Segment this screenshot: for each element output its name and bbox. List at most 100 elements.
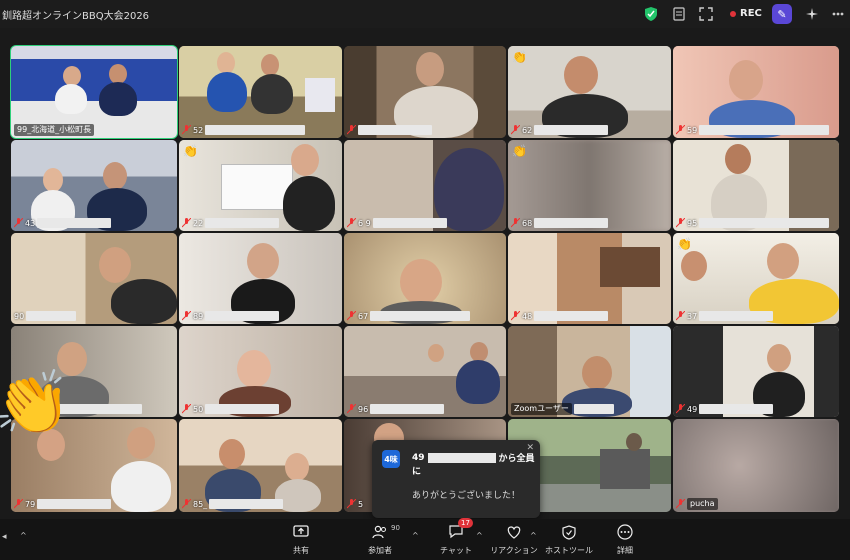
rec-label: REC (740, 8, 762, 19)
chat-icon: 17 (446, 518, 473, 542)
more-dots-icon[interactable] (830, 6, 846, 22)
participant-name: 67 (347, 310, 471, 322)
chevron-up-icon[interactable]: ^ (530, 531, 537, 540)
video-tile[interactable]: 95 (673, 140, 839, 231)
participant-name: 52 (182, 124, 306, 136)
mic-muted-icon (676, 311, 685, 321)
video-tile[interactable]: 99_北海道_小松町長 (10, 45, 178, 139)
chevron-up-icon[interactable]: ^ (412, 531, 419, 540)
participants-icon: 90 (370, 522, 400, 542)
participant-name: 62 (511, 124, 609, 136)
mic-muted-icon (347, 125, 356, 135)
video-tile[interactable]: 90 (11, 233, 177, 324)
video-tile[interactable]: 59 (673, 46, 839, 138)
notes-icon[interactable] (671, 6, 687, 22)
video-tile[interactable]: 48 (508, 233, 671, 324)
mic-muted-icon (182, 311, 191, 321)
video-tile[interactable]: 96 (344, 326, 506, 417)
video-tile[interactable]: 👏 22 (179, 140, 342, 231)
participant-name: 49 (676, 403, 774, 415)
participants-button[interactable]: 90 参加者 (350, 522, 410, 556)
more-button[interactable]: 詳細 (595, 522, 655, 556)
ai-companion-icon[interactable]: ✎ (772, 4, 792, 24)
mic-muted-icon (347, 499, 356, 509)
participant-name: Zoomユーザー (511, 403, 614, 415)
meeting-title: 釧路超オンラインBBQ大会2026 (2, 11, 150, 22)
chat-sender-avatar: 4味 (382, 450, 400, 468)
chevron-up-icon[interactable]: ^ (476, 531, 483, 540)
video-tile[interactable]: 52 (179, 46, 342, 138)
mic-muted-icon (511, 125, 520, 135)
participant-name: 99_北海道_小松町長 (14, 124, 95, 136)
mic-muted-icon (676, 218, 685, 228)
video-tile[interactable]: 67 (344, 233, 506, 324)
mic-muted-icon (676, 404, 685, 414)
title-bar: 釧路超オンラインBBQ大会2026 REC ✎ (0, 0, 850, 28)
video-toggle-icon[interactable]: ◂ (2, 532, 7, 542)
participant-name: 43 (14, 217, 112, 229)
mic-muted-icon (676, 125, 685, 135)
video-tile[interactable]: Zoomユーザー (508, 326, 671, 417)
close-icon[interactable]: ✕ (526, 443, 534, 453)
mic-muted-icon (511, 218, 520, 228)
participant-name: 79 (14, 498, 112, 510)
chevron-up-icon[interactable]: ^ (20, 531, 27, 540)
mic-muted-icon (182, 125, 191, 135)
participant-name: 22 (182, 217, 280, 229)
mic-muted-icon (14, 499, 23, 509)
mic-muted-icon (347, 218, 356, 228)
video-tile[interactable]: 43 (11, 140, 177, 231)
zoom-meeting-window: 釧路超オンラインBBQ大会2026 REC ✎ 99_北海道_小松町長 52 👏… (0, 0, 850, 560)
clap-reaction-icon: 👏 (0, 366, 72, 439)
mic-muted-icon (182, 404, 191, 414)
meeting-toolbar: ◂ ^ 共有 90 参加者 ^ 17 チャット ^ リアクション ^ ホストツー… (0, 518, 850, 560)
chat-message: ありがとうございました！ (412, 491, 521, 501)
chat-sender-line2: に (412, 467, 422, 477)
participant-name: 95 (676, 217, 830, 229)
more-dots-icon (615, 522, 635, 542)
mic-muted-icon (347, 311, 356, 321)
shield-icon (559, 522, 579, 542)
mic-muted-icon (182, 218, 191, 228)
video-tile[interactable]: pucha (673, 419, 839, 512)
mic-muted-icon (347, 404, 356, 414)
security-shield-icon[interactable] (643, 6, 659, 22)
video-tile[interactable]: 49 (673, 326, 839, 417)
participant-name: 90 (14, 310, 77, 322)
video-tile[interactable]: 85_ (179, 419, 342, 512)
video-tile[interactable]: 👏 62 (508, 46, 671, 138)
mic-muted-icon (676, 499, 685, 509)
share-button[interactable]: 共有 (271, 522, 331, 556)
chat-sender: 49 から全員 (412, 452, 535, 464)
participant-name: 89 (182, 310, 280, 322)
participant-name: 50 (182, 403, 280, 415)
participant-name (347, 124, 432, 136)
chat-notification[interactable]: 4味 49 から全員 に ありがとうございました！ ✕ (372, 440, 540, 518)
participant-name: 85_ (182, 498, 284, 510)
participant-name: 96 (347, 403, 445, 415)
clap-reaction-icon: 👏 (183, 144, 198, 158)
video-tile[interactable]: 👏 37 (673, 233, 839, 324)
clap-reaction-icon: 👏 (512, 50, 527, 64)
video-tile[interactable]: 89 (179, 233, 342, 324)
mic-muted-icon (14, 218, 23, 228)
share-screen-icon (291, 522, 311, 542)
record-dot-icon (730, 10, 736, 17)
clap-reaction-icon: 👏 (677, 237, 692, 251)
participant-name: 48 (511, 310, 609, 322)
participant-name: 59 (676, 124, 830, 136)
recording-indicator[interactable]: REC (730, 8, 762, 19)
host-tools-button[interactable]: ホストツール (539, 522, 599, 556)
mic-muted-icon (182, 499, 191, 509)
video-tile[interactable]: 6 9 (344, 140, 506, 231)
heart-icon (504, 522, 524, 542)
sparkle-icon[interactable] (804, 6, 820, 22)
fullscreen-icon[interactable] (698, 6, 714, 22)
video-tile[interactable]: 👏 68 (508, 140, 671, 231)
mic-muted-icon (511, 311, 520, 321)
video-tile[interactable] (344, 46, 506, 138)
video-tile[interactable]: 50 (179, 326, 342, 417)
participant-name: 6 9 (347, 217, 447, 229)
participant-name: pucha (676, 498, 718, 510)
clap-reaction-icon: 👏 (512, 144, 527, 158)
